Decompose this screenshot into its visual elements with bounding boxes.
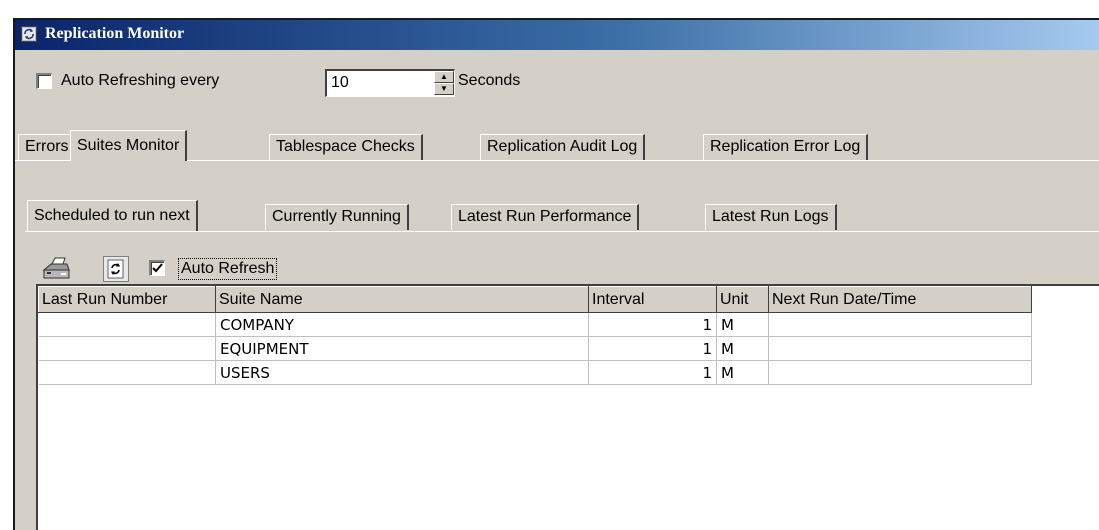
cell-last-run-number[interactable] (38, 336, 216, 361)
cell-interval[interactable]: 1 (588, 336, 717, 361)
table-row[interactable]: COMPANY 1 M (38, 312, 1032, 337)
tab-latest-run-logs[interactable]: Latest Run Logs (705, 204, 837, 230)
refresh-interval-spinner[interactable]: 10 ▲ ▼ (325, 69, 455, 97)
tab-tablespace-checks[interactable]: Tablespace Checks (269, 134, 423, 160)
column-header-suite-name[interactable]: Suite Name (215, 286, 589, 313)
tab-errors[interactable]: Errors (18, 134, 77, 160)
auto-refresh-label[interactable]: Auto Refresh (178, 258, 278, 280)
cell-unit[interactable]: M (716, 336, 769, 361)
tab-label: Latest Run Performance (458, 208, 632, 225)
column-header-interval[interactable]: Interval (588, 286, 717, 313)
spinner-buttons: ▲ ▼ (434, 71, 454, 95)
tab-latest-run-performance[interactable]: Latest Run Performance (451, 204, 640, 230)
tab-label: Tablespace Checks (276, 138, 415, 155)
spinner-up-icon[interactable]: ▲ (434, 71, 454, 83)
cell-interval[interactable]: 1 (588, 312, 717, 337)
suites-table: Last Run Number Suite Name Interval Unit… (38, 286, 1032, 385)
replication-app-icon (21, 26, 37, 42)
tab-label: Replication Audit Log (487, 138, 638, 155)
seconds-label: Seconds (458, 72, 521, 89)
title-bar[interactable]: Replication Monitor (15, 20, 1099, 50)
sub-tab-strip: Scheduled to run next Currently Running … (15, 200, 1099, 231)
refresh-interval-value[interactable]: 10 (331, 74, 349, 92)
table-row[interactable]: USERS 1 M (38, 360, 1032, 385)
tab-replication-error-log[interactable]: Replication Error Log (703, 134, 869, 160)
cell-last-run-number[interactable] (38, 312, 216, 337)
column-header-unit[interactable]: Unit (716, 286, 769, 313)
tab-label: Scheduled to run next (34, 207, 190, 224)
printer-icon[interactable] (41, 256, 70, 282)
cell-next-run[interactable] (768, 312, 1032, 337)
main-tab-strip: Errors Suites Monitor Tablespace Checks … (15, 130, 1099, 161)
refresh-icon[interactable] (103, 256, 129, 282)
suites-grid[interactable]: Last Run Number Suite Name Interval Unit… (36, 284, 1099, 530)
checkmark-icon (152, 263, 163, 273)
window-title: Replication Monitor (45, 25, 185, 42)
cell-next-run[interactable] (768, 336, 1032, 361)
cell-next-run[interactable] (768, 360, 1032, 385)
sub-tab-panel-border (25, 231, 1099, 232)
tab-suites-monitor[interactable]: Suites Monitor (70, 130, 188, 161)
tab-label: Replication Error Log (710, 138, 861, 155)
tab-scheduled-to-run-next[interactable]: Scheduled to run next (27, 200, 198, 231)
replication-monitor-window: Replication Monitor Auto Refreshing ever… (13, 18, 1099, 530)
tab-replication-audit-log[interactable]: Replication Audit Log (480, 134, 646, 160)
spinner-down-icon[interactable]: ▼ (434, 83, 454, 95)
cell-last-run-number[interactable] (38, 360, 216, 385)
cell-unit[interactable]: M (716, 312, 769, 337)
grid-header-row: Last Run Number Suite Name Interval Unit… (38, 286, 1032, 313)
cell-interval[interactable]: 1 (588, 360, 717, 385)
auto-refresh-checkbox[interactable] (149, 260, 165, 276)
tab-currently-running[interactable]: Currently Running (265, 204, 409, 230)
cell-suite-name[interactable]: USERS (215, 360, 589, 385)
table-row[interactable]: EQUIPMENT 1 M (38, 336, 1032, 361)
cell-suite-name[interactable]: EQUIPMENT (215, 336, 589, 361)
auto-refreshing-label: Auto Refreshing every (61, 72, 220, 89)
column-header-last-run-number[interactable]: Last Run Number (38, 286, 216, 313)
auto-refreshing-checkbox[interactable] (36, 73, 52, 89)
tab-label: Currently Running (272, 208, 401, 225)
tab-label: Suites Monitor (77, 137, 180, 154)
cell-suite-name[interactable]: COMPANY (215, 312, 589, 337)
column-header-next-run[interactable]: Next Run Date/Time (768, 286, 1032, 313)
cell-unit[interactable]: M (716, 360, 769, 385)
tab-label: Errors (25, 138, 69, 155)
tab-label: Latest Run Logs (712, 208, 829, 225)
